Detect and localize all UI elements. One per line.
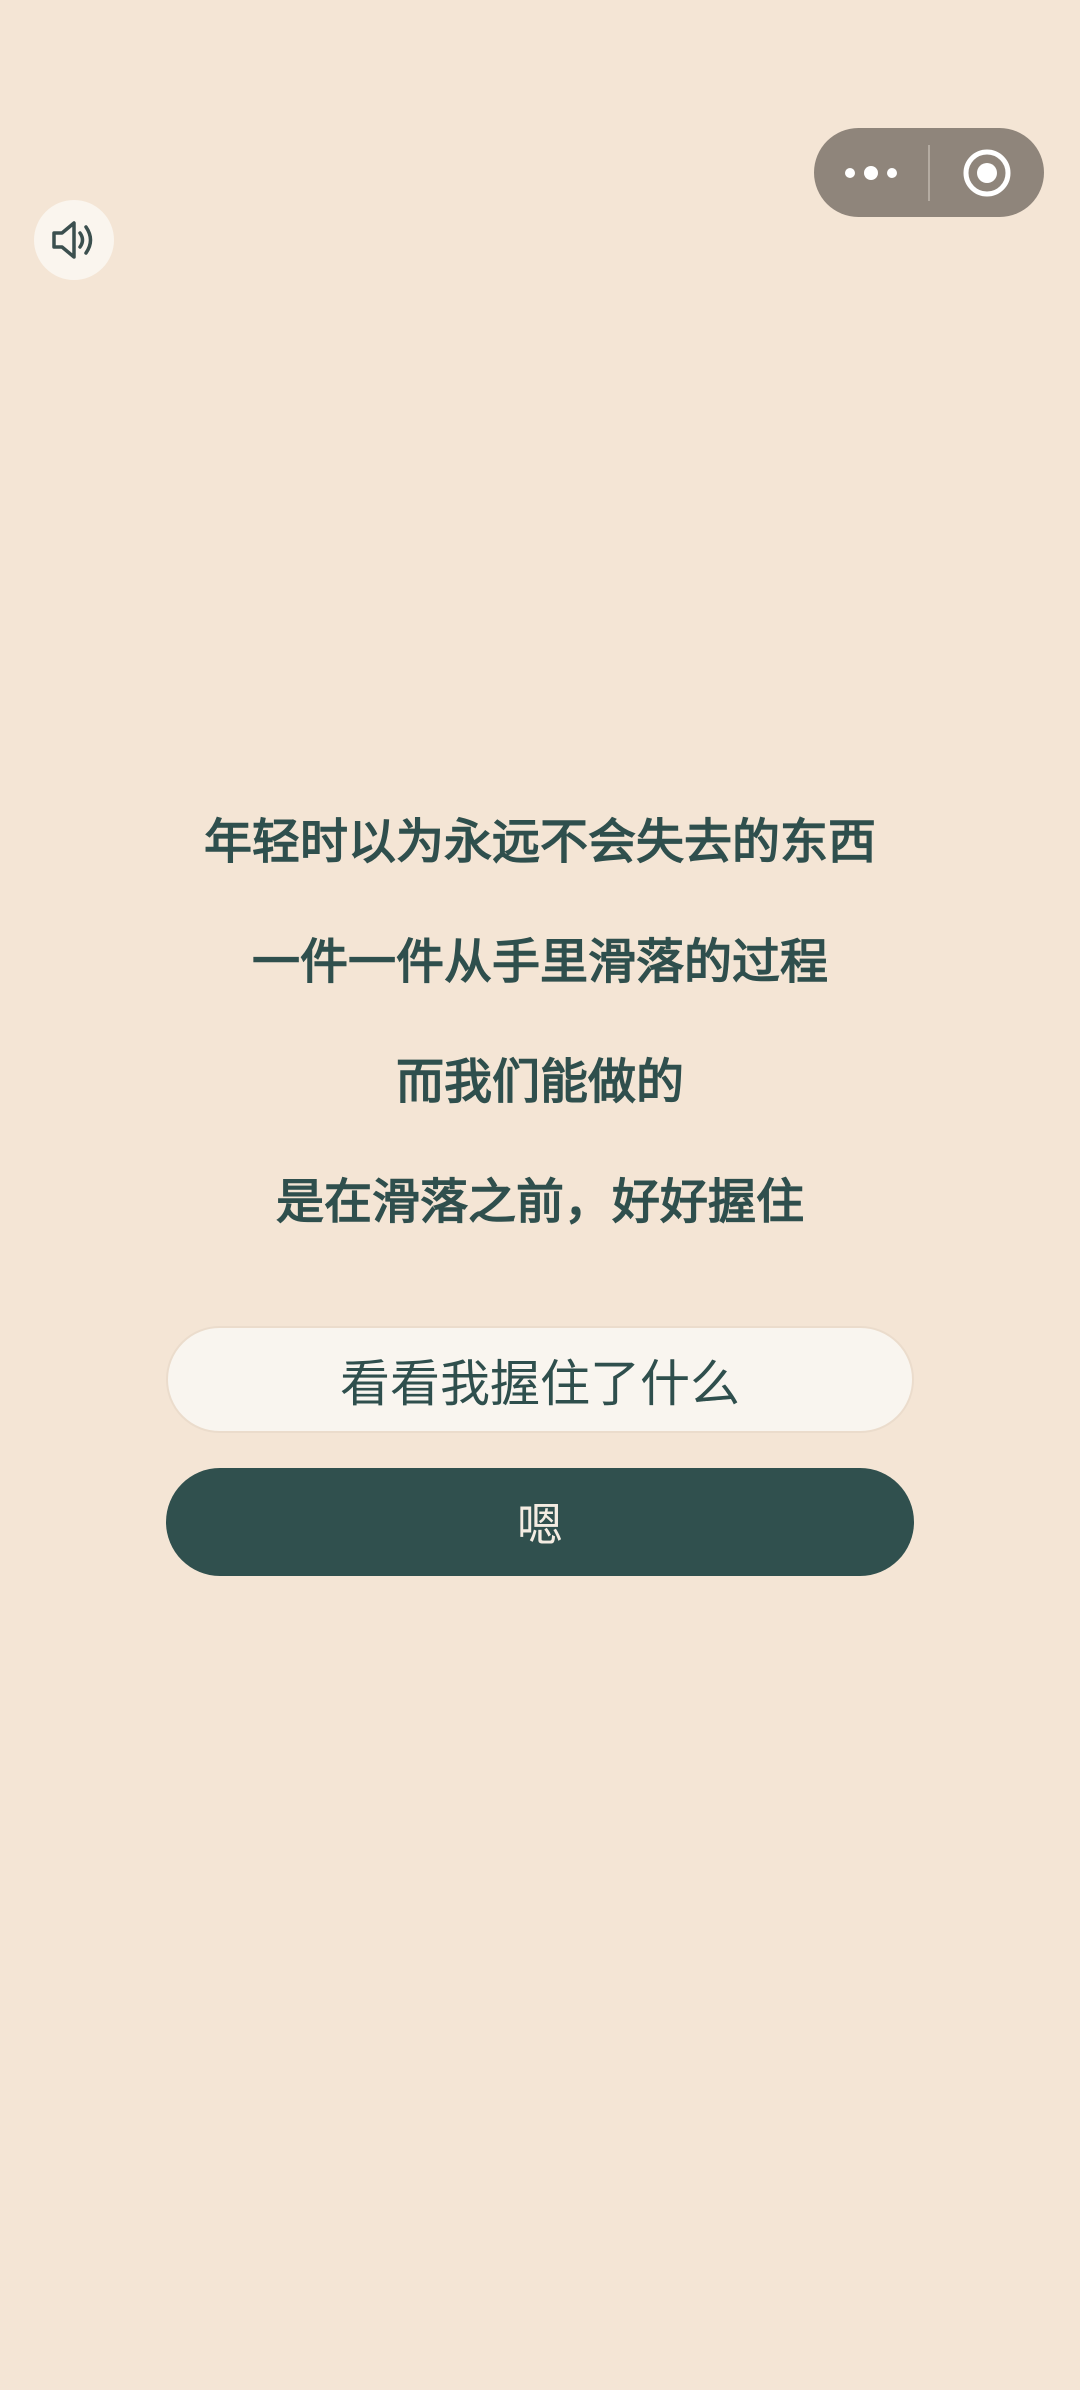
see-what-i-held-button[interactable]: 看看我握住了什么: [166, 1326, 914, 1433]
target-circle-icon: [963, 149, 1011, 196]
poem-line-4: 是在滑落之前，好好握住: [275, 1174, 804, 1230]
poem-line-2: 一件一件从手里滑落的过程: [251, 934, 828, 990]
poem-line-3: 而我们能做的: [395, 1054, 684, 1110]
poem-line-1: 年轻时以为永远不会失去的东西: [203, 814, 876, 870]
sound-toggle-button[interactable]: [34, 200, 114, 280]
mini-program-capsule: [814, 128, 1044, 217]
speaker-volume-icon: [52, 221, 93, 259]
close-button[interactable]: [930, 128, 1044, 217]
confirm-label: 嗯: [517, 1498, 563, 1552]
more-button[interactable]: [814, 128, 928, 217]
more-dots-icon: [845, 165, 897, 180]
confirm-button[interactable]: 嗯: [166, 1468, 914, 1576]
see-what-i-held-label: 看看我握住了什么: [340, 1354, 740, 1413]
